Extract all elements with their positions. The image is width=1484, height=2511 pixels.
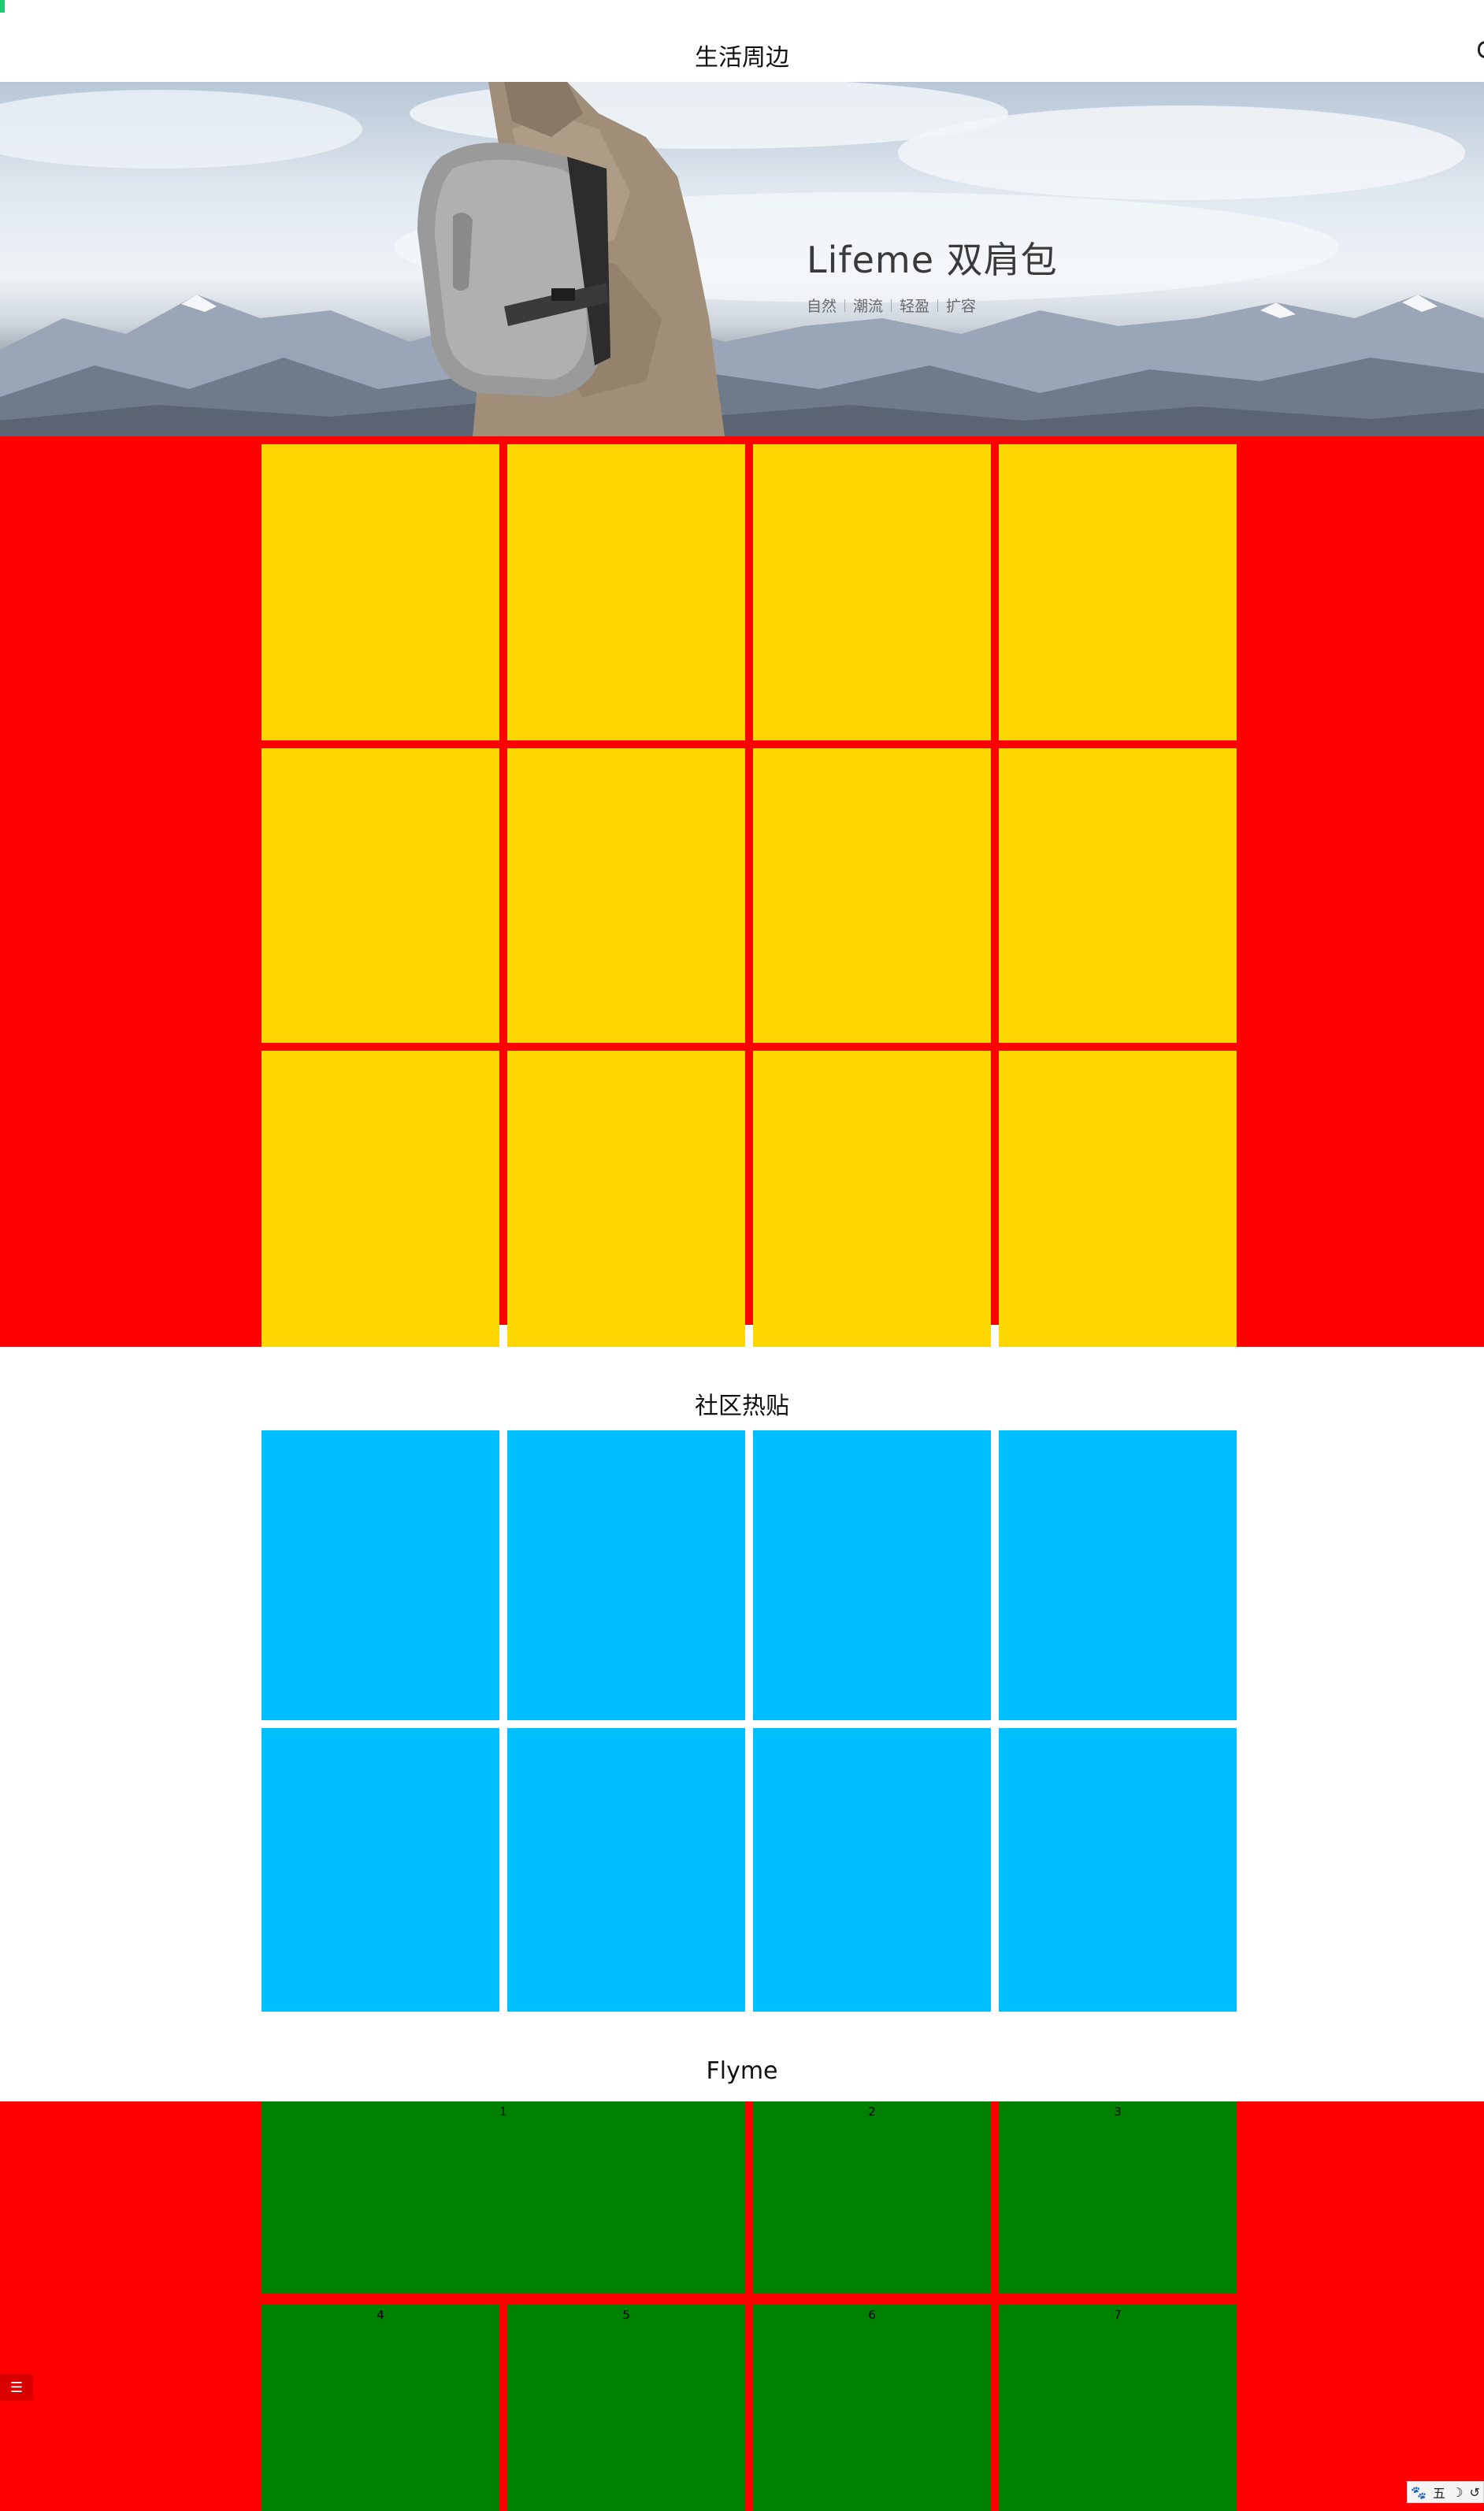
tile-number: 1	[499, 2105, 507, 2119]
product-tile[interactable]	[507, 1051, 745, 1347]
banner-tag: 轻盈	[900, 298, 930, 315]
flyme-tile[interactable]: 1	[262, 2101, 745, 2294]
section-title-community: 社区热贴	[695, 1393, 789, 1420]
post-tile[interactable]	[262, 1430, 499, 1720]
post-tile[interactable]	[262, 1728, 499, 2012]
list-icon: ☰	[9, 2379, 24, 2395]
product-tile[interactable]	[507, 444, 745, 740]
tile-number: 6	[868, 2308, 876, 2322]
product-tile[interactable]	[999, 444, 1237, 740]
banner-tag: 潮流	[853, 298, 884, 315]
side-menu-toggle[interactable]: ☰	[0, 2374, 33, 2401]
hero-banner[interactable]: Lifeme 双肩包 自然 潮流 轻盈 扩容	[0, 82, 1484, 436]
flyme-tile[interactable]: 5	[507, 2305, 745, 2511]
tile-number: 4	[377, 2308, 384, 2322]
banner-title: Lifeme 双肩包	[807, 239, 1058, 281]
banner-tag: 自然	[807, 298, 837, 315]
flyme-tile[interactable]: 6	[753, 2305, 991, 2511]
scrollbar-thumb-top[interactable]	[0, 0, 5, 13]
flyme-tile[interactable]: 7	[999, 2305, 1237, 2511]
page: 生活周边 Lifeme 双肩包 自然 潮流 轻盈 扩容 社区热贴 Flyme 1…	[0, 0, 1484, 2511]
flyme-tile[interactable]: 3	[999, 2101, 1237, 2294]
life-products-band-bottom	[0, 1325, 262, 1347]
paw-icon[interactable]: 🐾	[1411, 2485, 1426, 2500]
moon-icon[interactable]: ☽	[1452, 2485, 1463, 2500]
product-tile[interactable]	[262, 444, 499, 740]
banner-illustration	[0, 82, 1484, 436]
post-tile[interactable]	[507, 1430, 745, 1720]
post-tile[interactable]	[999, 1430, 1237, 1720]
tag-divider	[937, 299, 939, 312]
tile-number: 2	[868, 2105, 876, 2119]
product-tile[interactable]	[753, 444, 991, 740]
ime-toolbar[interactable]: 🐾 五 ☽ ↺	[1407, 2481, 1484, 2503]
product-tile[interactable]	[507, 748, 745, 1043]
product-tile[interactable]	[753, 1051, 991, 1347]
product-tile[interactable]	[262, 1051, 499, 1347]
life-products-band-bottom-right	[1237, 1325, 1484, 1347]
product-tile[interactable]	[999, 748, 1237, 1043]
flyme-tile[interactable]: 2	[753, 2101, 991, 2294]
refresh-icon[interactable]: ↺	[1470, 2485, 1480, 2500]
tag-divider	[891, 299, 892, 312]
post-tile[interactable]	[753, 1728, 991, 2012]
tile-number: 5	[622, 2308, 630, 2322]
post-tile[interactable]	[507, 1728, 745, 2012]
section-title-life: 生活周边	[695, 44, 789, 72]
tile-number: 7	[1114, 2308, 1122, 2322]
tag-divider	[844, 299, 846, 312]
product-tile[interactable]	[262, 748, 499, 1043]
banner-tags: 自然 潮流 轻盈 扩容	[807, 295, 976, 316]
post-tile[interactable]	[753, 1430, 991, 1720]
section-title-flyme: Flyme	[706, 2057, 778, 2085]
post-tile[interactable]	[999, 1728, 1237, 2012]
tile-number: 3	[1114, 2105, 1122, 2119]
product-tile[interactable]	[999, 1051, 1237, 1347]
banner-tag: 扩容	[946, 298, 977, 315]
product-tile[interactable]	[753, 748, 991, 1043]
flyme-tile[interactable]: 4	[262, 2305, 499, 2511]
ime-mode[interactable]: 五	[1433, 2483, 1445, 2502]
